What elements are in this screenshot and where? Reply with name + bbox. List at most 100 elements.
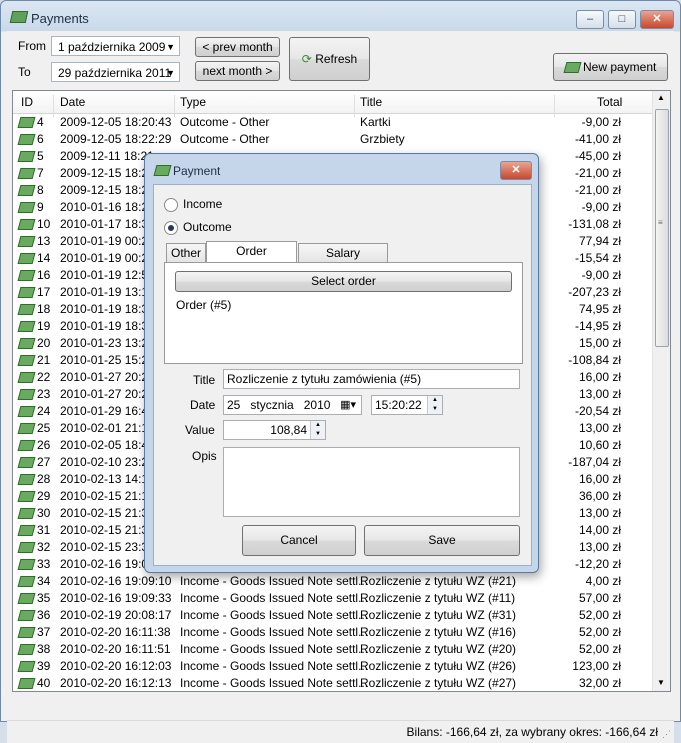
chevron-down-icon: ▼ [166, 42, 175, 52]
table-row[interactable]: 35 2010-02-16 19:09:33 Income - Goods Issu… [13, 590, 653, 607]
scroll-up-icon[interactable]: ▲ [657, 93, 665, 102]
cancel-button[interactable]: Cancel [242, 525, 356, 556]
maximize-button[interactable]: □ [608, 10, 636, 29]
money-icon [17, 576, 36, 587]
column-header-type[interactable]: Type [180, 95, 206, 109]
cell-total: 16,00 zł [578, 472, 621, 486]
scroll-down-icon[interactable]: ▼ [657, 678, 665, 687]
order-settlement-panel: Select order Order (#5) [164, 262, 523, 364]
vertical-scrollbar[interactable]: ▲ ≡ ▼ [652, 91, 670, 691]
cell-total: -12,20 zł [574, 557, 621, 571]
cell-total: -9,00 zł [581, 200, 621, 214]
tab-other[interactable]: Other [166, 243, 206, 262]
cell-total: 13,00 zł [578, 540, 621, 554]
table-row[interactable]: 40 2010-02-20 16:12:13 Income - Goods Issu… [13, 675, 653, 691]
cell-date: 2010-02-20 16:12:03 [60, 659, 172, 673]
title-field[interactable]: Rozliczenie z tytułu zamówienia (#5) [223, 369, 520, 389]
cell-date: 2009-12-05 18:22:29 [60, 132, 172, 146]
money-icon [17, 406, 36, 417]
table-row[interactable]: 34 2010-02-16 19:09:10 Income - Goods Issu… [13, 573, 653, 590]
cell-type: Income - Goods Issued Note settl... [180, 676, 369, 690]
table-row[interactable]: 37 2010-02-20 16:11:38 Income - Goods Issu… [13, 624, 653, 641]
from-date-picker[interactable]: 1 października 2009 ▼ [51, 36, 180, 56]
table-row[interactable]: 38 2010-02-20 16:11:51 Income - Goods Issu… [13, 641, 653, 658]
tab-salary-settlement[interactable]: Salary settlement [298, 243, 388, 278]
outcome-radio[interactable] [164, 221, 178, 235]
cell-date: 2010-02-15 21:35 [60, 506, 155, 520]
calendar-icon[interactable]: ▦▾ [340, 396, 356, 414]
date-year[interactable]: 2010 [304, 398, 331, 412]
cell-date: 2010-01-19 18:30 [60, 319, 155, 333]
dialog-close-button[interactable]: ✕ [500, 161, 532, 180]
cell-date: 2010-02-15 23:33 [60, 540, 155, 554]
cell-date: 2010-02-05 18:46 [60, 438, 155, 452]
next-month-button[interactable]: next month > [195, 61, 280, 81]
balance-text: Bilans: -166,64 zł, za wybrany okres: -1… [406, 725, 658, 739]
cell-id: 10 [37, 217, 51, 231]
new-payment-button[interactable]: New payment [553, 53, 668, 81]
column-header-total[interactable]: Total [597, 95, 622, 109]
scroll-thumb[interactable]: ≡ [655, 109, 669, 347]
cell-type: Outcome - Other [180, 115, 270, 129]
time-spinner[interactable]: ▲ ▼ [427, 396, 442, 414]
value-field[interactable]: 108,84 ▲ ▼ [223, 420, 326, 440]
cell-total: 4,00 zł [585, 574, 621, 588]
date-day[interactable]: 25 [227, 398, 240, 412]
prev-month-button[interactable]: < prev month [195, 37, 280, 57]
cell-total: -187,04 zł [568, 455, 621, 469]
cell-date: 2010-02-16 19:09:10 [60, 574, 172, 588]
cell-id: 9 [37, 200, 44, 214]
date-field[interactable]: 25 stycznia 2010 ▦▾ [223, 395, 362, 415]
table-row[interactable]: 6 2009-12-05 18:22:29 Outcome - Other Grzbi… [13, 131, 653, 148]
money-icon [17, 304, 36, 315]
cell-total: -14,95 zł [574, 319, 621, 333]
cell-total: -15,54 zł [574, 251, 621, 265]
table-row[interactable]: 4 2009-12-05 18:20:43 Outcome - Other Kartk… [13, 114, 653, 131]
column-header-date[interactable]: Date [60, 95, 85, 109]
table-row[interactable]: 39 2010-02-20 16:12:03 Income - Goods Issu… [13, 658, 653, 675]
cell-date: 2010-02-01 21:19 [60, 421, 155, 435]
opis-field[interactable] [223, 447, 520, 517]
cell-total: 10,60 zł [578, 438, 621, 452]
money-icon [17, 219, 36, 230]
from-label: From [18, 39, 46, 53]
cell-id: 14 [37, 251, 51, 265]
cell-id: 29 [37, 489, 51, 503]
time-field[interactable]: 15:20:22 ▲ ▼ [371, 395, 443, 415]
money-icon [17, 185, 36, 196]
cell-date: 2010-02-15 21:10 [60, 489, 155, 503]
column-header-id[interactable]: ID [21, 95, 33, 109]
money-icon [17, 355, 36, 366]
cell-type: Income - Goods Issued Note settl... [180, 625, 369, 639]
cell-id: 20 [37, 336, 51, 350]
to-date-picker[interactable]: 29 października 2011 ▼ [51, 62, 180, 82]
close-button[interactable]: ✕ [640, 10, 674, 29]
date-month[interactable]: stycznia [250, 398, 293, 412]
cell-date: 2009-12-15 18:24 [60, 166, 155, 180]
cell-date: 2010-01-27 20:22 [60, 370, 155, 384]
minimize-button[interactable]: – [576, 10, 604, 29]
cell-date: 2010-01-16 18:25 [60, 200, 155, 214]
money-icon [17, 236, 36, 247]
cell-date: 2010-02-20 16:11:51 [60, 642, 171, 656]
cell-type: Outcome - Other [180, 132, 270, 146]
cell-total: -45,00 zł [574, 149, 621, 163]
cell-id: 35 [37, 591, 51, 605]
money-icon [17, 678, 36, 689]
resize-grip-icon[interactable]: ⋰ [662, 729, 671, 740]
cell-total: -207,23 zł [568, 285, 621, 299]
cell-title: Grzbiety [360, 132, 405, 146]
tab-order-settlement[interactable]: Order settlement [206, 241, 297, 276]
income-radio[interactable] [164, 198, 178, 212]
column-header-title[interactable]: Title [360, 95, 382, 109]
cell-date: 2010-02-16 19:06 [60, 557, 155, 571]
chevron-down-icon: ▼ [166, 68, 175, 78]
refresh-button[interactable]: ⟳ Refresh [289, 37, 370, 81]
money-icon [17, 338, 36, 349]
select-order-button[interactable]: Select order [175, 271, 512, 292]
save-button[interactable]: Save [364, 525, 520, 556]
table-row[interactable]: 36 2010-02-19 20:08:17 Income - Goods Issu… [13, 607, 653, 624]
payments-window: Payments – □ ✕ From 1 października 2009 … [0, 0, 681, 743]
cell-date: 2009-12-05 18:20:43 [60, 115, 172, 129]
value-spinner[interactable]: ▲ ▼ [310, 421, 325, 439]
